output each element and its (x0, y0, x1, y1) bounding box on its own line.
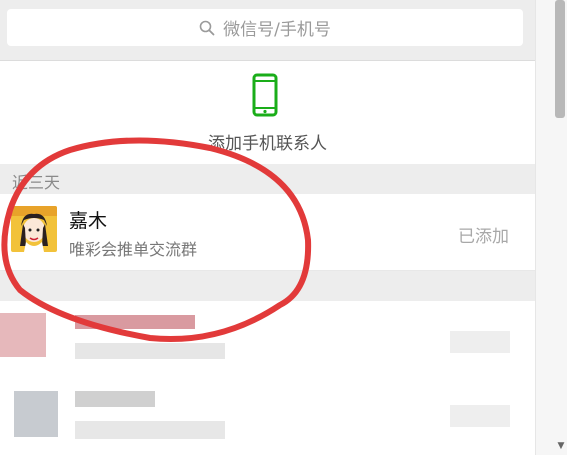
redacted-block (75, 421, 225, 439)
redacted-avatar (14, 391, 58, 437)
section-title: 近三天 (12, 173, 61, 192)
redacted-block (450, 405, 510, 427)
section-header-recent: 近三天 (0, 164, 535, 194)
add-phone-label: 添加手机联系人 (208, 134, 327, 154)
contact-status: 已添加 (458, 227, 509, 247)
search-bar-area: 微信号/手机号 (0, 0, 535, 61)
new-friends-screen: 微信号/手机号 添加手机联系人 近三天 嘉木 唯彩会推单交流群 已添加 (0, 0, 535, 455)
search-placeholder: 微信号/手机号 (223, 20, 331, 40)
redacted-block (75, 315, 195, 329)
contact-row[interactable]: 嘉木 唯彩会推单交流群 已添加 (0, 194, 535, 271)
redacted-block (450, 331, 510, 353)
search-icon (199, 20, 215, 35)
redacted-block (75, 391, 155, 407)
redacted-block (75, 343, 225, 359)
contact-name: 嘉木 (69, 210, 108, 232)
add-phone-contacts-button[interactable]: 添加手机联系人 (0, 61, 535, 164)
contact-row[interactable] (0, 377, 535, 455)
phone-icon (252, 73, 278, 117)
search-input[interactable]: 微信号/手机号 (7, 9, 523, 46)
contact-subtitle: 唯彩会推单交流群 (69, 240, 198, 259)
avatar (11, 206, 57, 252)
scrollbar-thumb[interactable] (555, 0, 565, 118)
redacted-avatar (0, 313, 46, 357)
contact-row[interactable] (0, 301, 535, 378)
scroll-down-arrow-icon[interactable]: ▼ (556, 440, 566, 452)
section-header-older (0, 271, 535, 301)
